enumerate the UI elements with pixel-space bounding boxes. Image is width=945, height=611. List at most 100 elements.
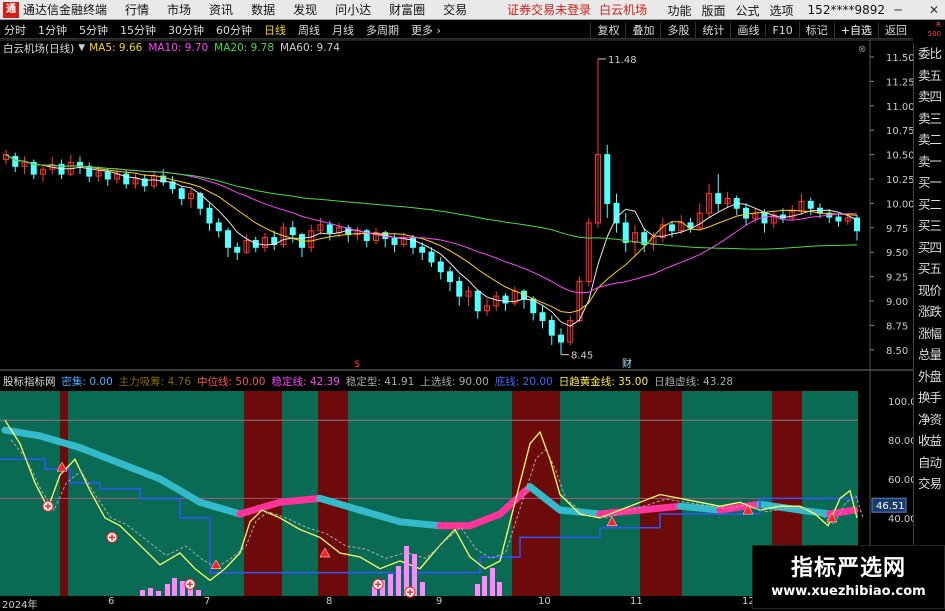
candle-body-42 [391, 238, 398, 245]
sidebar-item-2[interactable]: 卖四 [914, 86, 945, 108]
regime-band-7 [456, 391, 512, 596]
ma-line-10 [5, 154, 858, 314]
date-tick-6: 11 [630, 596, 643, 607]
regime-band-9 [560, 391, 640, 596]
ribbon-seg-7 [276, 494, 324, 506]
candle-body-77 [715, 193, 722, 204]
ma10-label: MA10: 9.70 [148, 42, 209, 54]
candle-body-1 [12, 156, 19, 167]
watermark-url: www.xuezhibiao.com [771, 584, 926, 599]
candle-body-65 [604, 154, 611, 204]
sidebar-item-4[interactable]: 卖二 [914, 129, 945, 151]
sidebar-item-8[interactable]: 买三 [914, 215, 945, 237]
regime-band-5 [318, 391, 348, 596]
date-tick-5: 10 [538, 596, 551, 607]
volume-bar-18 [497, 582, 502, 596]
ribbon-seg-18 [676, 502, 724, 514]
volume-bar-10 [388, 574, 393, 596]
regime-band-6 [348, 391, 456, 596]
event-marker-s: $ [354, 359, 360, 370]
date-tick-4: 9 [436, 596, 443, 607]
sidebar-item-9[interactable]: 买四 [914, 237, 945, 259]
candle-body-72 [669, 224, 675, 232]
price-tick-0: 11.50 [886, 53, 915, 64]
ma60-label: MA60: 9.74 [280, 42, 340, 54]
date-tick-1: 6 [108, 596, 115, 607]
candle-body-54 [502, 295, 509, 304]
sidebar-item-11[interactable]: 现价 [914, 280, 945, 302]
price-tick-12: 8.50 [886, 346, 908, 357]
sidebar-item-19[interactable]: 自动 [914, 452, 945, 474]
price-tick-3: 10.75 [886, 126, 915, 137]
sidebar-item-7[interactable]: 买二 [914, 194, 945, 216]
candle-body-48 [447, 271, 453, 282]
chart-settings-icon[interactable]: ⊗ [858, 44, 866, 55]
main-chart-legend: 白云机场(日线) ▼ MA5: 9.66 MA10: 9.70 MA20: 9.… [3, 41, 346, 55]
event-marker-cai: 财 [622, 357, 632, 370]
sidebar-item-14[interactable]: 总量 [914, 344, 945, 366]
candle-body-11 [104, 171, 111, 180]
price-tick-7: 9.75 [886, 224, 908, 235]
sidebar-item-16[interactable]: 换手 [914, 387, 945, 409]
sidebar-item-18[interactable]: 收益 [914, 430, 945, 452]
sidebar-item-20[interactable]: 交易 [914, 473, 945, 495]
watermark-title: 指标严选网 [790, 556, 906, 581]
date-tick-3: 8 [326, 596, 333, 607]
candle-body-19 [178, 188, 185, 200]
low-price-label: 8.45 [571, 351, 593, 362]
date-tick-2: 7 [204, 596, 211, 607]
candle-body-87 [807, 200, 814, 209]
candle-body-47 [437, 261, 444, 273]
sidebar-item-10[interactable]: 买五 [914, 258, 945, 280]
candle-body-67 [622, 222, 629, 243]
ma-line-20 [5, 154, 857, 294]
price-tick-1: 11.25 [886, 77, 915, 88]
indicator-legend: 股标指标网 密集: 0.00 主力吸筹: 4.76 中位线: 50.00 稳定线… [3, 374, 739, 388]
sidebar-item-15[interactable]: 外盘 [914, 366, 945, 388]
ind-item-1: 主力吸筹: 4.76 [118, 375, 192, 388]
sidebar-item-13[interactable]: 涨幅 [914, 323, 945, 345]
watermark: 指标严选网 www.xuezhibiao.com [752, 545, 945, 609]
regime-band-10 [640, 391, 682, 596]
high-price-label: 11.48 [608, 55, 637, 66]
price-tick-5: 10.25 [886, 175, 915, 186]
candle-body-82 [761, 212, 768, 224]
candle-body-24 [225, 230, 231, 248]
regime-band-3 [244, 391, 282, 596]
price-tick-9: 9.25 [886, 273, 908, 284]
candle-body-80 [743, 207, 749, 219]
regime-band-4 [282, 391, 318, 596]
volume-bar-16 [482, 576, 487, 596]
candle-body-31 [289, 227, 296, 236]
candle-body-35 [326, 224, 333, 234]
price-tick-11: 8.75 [886, 321, 908, 332]
sidebar-item-6[interactable]: 买一 [914, 172, 945, 194]
volume-bar-14 [420, 582, 425, 596]
candle-body-45 [419, 246, 426, 253]
sidebar-item-1[interactable]: 卖五 [914, 65, 945, 87]
candle-body-46 [428, 251, 435, 263]
sidebar-item-5[interactable]: 卖一 [914, 151, 945, 173]
regime-band-0 [0, 391, 60, 596]
sidebar-item-17[interactable]: 净资 [914, 409, 945, 431]
sidebar-item-3[interactable]: 卖三 [914, 108, 945, 130]
dropdown-icon[interactable]: ▼ [78, 43, 85, 53]
candle-body-13 [123, 173, 130, 185]
candle-body-23 [215, 222, 222, 232]
sidebar-item-12[interactable]: 涨跌 [914, 301, 945, 323]
price-tick-4: 10.50 [886, 151, 915, 162]
volume-bar-4 [172, 578, 177, 596]
ind-item-6: 底线: 20.00 [494, 375, 553, 388]
indicator-name[interactable]: 股标指标网 [3, 374, 56, 389]
sidebar-item-0[interactable]: 委比 [914, 43, 945, 65]
ma-line-5 [5, 154, 858, 327]
volume-bar-15 [475, 584, 480, 596]
candle-body-25 [234, 246, 241, 253]
candle-body-90 [835, 216, 842, 222]
ma20-label: MA20: 9.78 [214, 42, 275, 54]
ind-item-2: 中位线: 50.00 [197, 375, 266, 388]
volume-bar-17 [490, 568, 495, 596]
ribbon-seg-10 [396, 518, 444, 530]
price-tick-8: 9.50 [886, 248, 908, 259]
ind-item-3: 稳定线: 42.39 [271, 375, 340, 388]
